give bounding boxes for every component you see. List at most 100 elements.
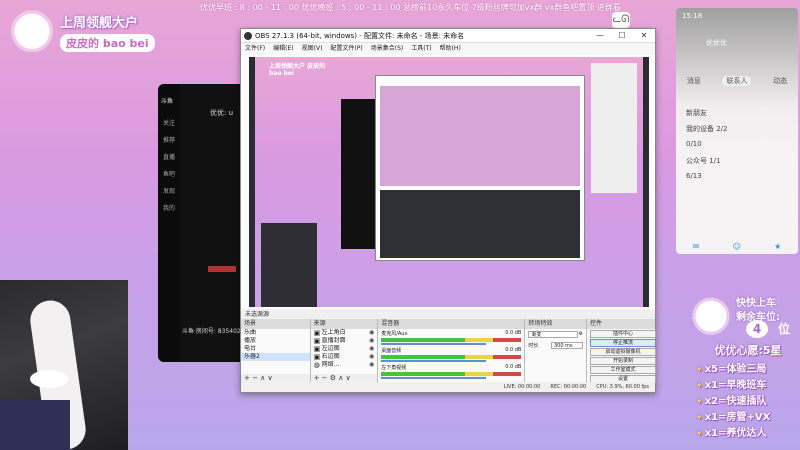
rail-item-discover[interactable]: 发现	[158, 186, 180, 195]
room-id: 斗鱼·房间号: 835402	[182, 328, 241, 335]
scene-item[interactable]: 乐曲	[241, 329, 310, 337]
source-item[interactable]: ◍ 网络... ◉	[311, 361, 378, 369]
audio-track[interactable]: 麦克风/Aux 0.0 dB	[378, 329, 524, 346]
list-item[interactable]: 公众号 1/1	[686, 156, 728, 172]
source-status-label: 未选源源	[241, 309, 655, 319]
obs-logo-icon	[244, 32, 252, 40]
rail-item-live[interactable]: 直播	[158, 152, 180, 161]
volume-fader[interactable]	[381, 377, 487, 379]
duration-field[interactable]: 300 ms	[550, 342, 583, 349]
contact-list: 新朋友 我的设备 2/2 0/10 公众号 1/1 6/13	[686, 108, 728, 188]
mixer-header: 混音器	[378, 319, 525, 329]
volume-fader[interactable]	[381, 343, 487, 345]
phone-bottom-bar: ✉ ☺ ★	[676, 238, 798, 254]
menu-bar: 文件(F) 编辑(E) 视图(V) 配置文件(P) 场景集合(S) 工具(T) …	[241, 43, 655, 55]
scene-item[interactable]: 电台	[241, 345, 310, 353]
studio-mode-button[interactable]: 工作室模式	[589, 366, 656, 374]
ticker-text: 优优早班 : 8 : 00 - 11 : 00 优优晚班 : 5 : 00 - …	[200, 3, 620, 12]
seat-line-1: 快快上车	[736, 298, 776, 309]
audio-track[interactable]: 左下角视频 0.0 dB	[378, 363, 524, 380]
source-item[interactable]: ▣ 左上角白 ◉	[311, 329, 378, 337]
virtual-camera-button[interactable]: 启动虚拟摄像机	[589, 348, 656, 356]
track-name: 桌面音频	[381, 348, 402, 354]
menu-help[interactable]: 帮助(H)	[440, 43, 461, 55]
wish-list: 优优心愿:5星 x5=体验三局 x1=早晚班车 x2=快速插队 x1=房管+VX…	[696, 342, 800, 446]
wish-title: 优优心愿:5星	[714, 344, 782, 357]
volume-meter	[381, 355, 522, 359]
cpu-usage: CPU: 3.9%, 60.00 fps	[596, 384, 649, 390]
scenes-dock: 场景 乐曲 播放 电台 乐器2 + − ∧ ∨	[241, 319, 311, 383]
tab-moments[interactable]: 动态	[773, 76, 787, 86]
track-db: 0.0 dB	[505, 330, 522, 336]
contacts-icon[interactable]: ☺	[733, 242, 741, 251]
transition-select[interactable]: 渐变	[528, 331, 579, 338]
list-item[interactable]: 6/13	[686, 172, 728, 188]
sources-header: 来源	[310, 319, 378, 329]
preview-phone-right	[591, 63, 637, 193]
scenes-header: 场景	[241, 319, 310, 329]
volume-meter	[381, 372, 522, 376]
eye-icon[interactable]: ◉	[369, 353, 374, 361]
source-item[interactable]: ▣ 右边图 ◉	[311, 353, 378, 361]
eye-icon[interactable]: ◉	[369, 329, 374, 337]
start-recording-button[interactable]: 开始录制	[589, 357, 656, 365]
tab-contacts[interactable]: 联系人	[722, 76, 752, 86]
preview-phone-left	[341, 99, 375, 249]
wish-item: x2=快速插队	[696, 392, 800, 408]
source-item[interactable]: ▣ 直播封面 ◉	[311, 337, 378, 345]
gear-icon[interactable]: ⚙	[579, 331, 583, 338]
brand-line-1: 上周领舰大户	[60, 16, 139, 31]
image-source-icon: ▣	[313, 329, 321, 337]
image-source-icon: ▣	[313, 345, 321, 353]
seat-count: 4	[746, 320, 768, 338]
eye-icon[interactable]: ◉	[369, 345, 374, 353]
list-item[interactable]: 新朋友	[686, 108, 728, 124]
list-item[interactable]: 我的设备 2/2	[686, 124, 728, 140]
eye-icon[interactable]: ◉	[369, 337, 374, 345]
image-source-icon: ▣	[313, 337, 321, 345]
obs-preview[interactable]: 上周领舰大户 皮皮的 bao bei	[249, 57, 649, 307]
image-source-icon: ▣	[313, 353, 321, 361]
rail-item-follow[interactable]: 关注	[158, 118, 180, 127]
chat-icon[interactable]: ✉	[693, 242, 700, 251]
rail-item-recommend[interactable]: 推荐	[158, 135, 180, 144]
menu-edit[interactable]: 编辑(E)	[273, 43, 293, 55]
preview-canvas: 上周领舰大户 皮皮的 bao bei	[255, 57, 643, 307]
maximize-button[interactable]: ☐	[611, 29, 633, 43]
stop-streaming-button[interactable]: 停止推流	[589, 339, 656, 347]
menu-file[interactable]: 文件(F)	[245, 43, 265, 55]
eye-icon[interactable]: ◉	[369, 361, 374, 369]
scene-item-selected[interactable]: 乐器2	[241, 353, 310, 361]
source-item[interactable]: ▣ 左边图 ◉	[311, 345, 378, 353]
list-item[interactable]: 0/10	[686, 140, 728, 156]
scene-item[interactable]: 播放	[241, 337, 310, 345]
volume-fader[interactable]	[381, 360, 487, 362]
preview-webcam	[261, 223, 317, 307]
seat-counter: 快快上车 剩余车位: 4 位	[692, 292, 800, 340]
transitions-header: 转场特效	[525, 319, 586, 329]
audio-track[interactable]: 桌面音频 0.0 dB	[378, 346, 524, 363]
menu-profile[interactable]: 配置文件(P)	[330, 43, 362, 55]
minimize-button[interactable]: —	[589, 29, 611, 43]
close-button[interactable]: ✕	[633, 29, 655, 43]
track-name: 麦克风/Aux	[381, 331, 408, 337]
nested-docks	[380, 190, 580, 258]
controls-dock: 控件 插件中心 停止推流 启动虚拟摄像机 开始录制 工作室模式 设置	[586, 319, 656, 383]
phone-status-time: 15:18	[682, 12, 703, 20]
star-icon[interactable]: ★	[774, 242, 781, 251]
rail-item-me[interactable]: 我的	[158, 203, 180, 212]
transitions-dock: 转场特效 渐变 ⚙ 时长 300 ms	[525, 319, 587, 383]
app-side-rail: 斗鱼 关注 推荐 直播 鱼吧 发现 我的	[158, 84, 180, 362]
live-timer: LIVE: 00:00:00	[503, 384, 541, 390]
plugin-center-button[interactable]: 插件中心	[589, 330, 656, 338]
menu-tools[interactable]: 工具(T)	[411, 43, 431, 55]
bunny-mascot-icon	[692, 292, 730, 336]
menu-view[interactable]: 视图(V)	[302, 43, 323, 55]
tab-messages[interactable]: 消息	[687, 76, 701, 86]
obs-titlebar[interactable]: OBS 27.1.3 (64-bit, windows) - 配置文件: 未命名…	[241, 29, 655, 43]
mixer-dock: 混音器 麦克风/Aux 0.0 dB 桌面音频 0.0 dB 左下角视频 0.0 dB	[378, 319, 526, 383]
rail-item-yuba[interactable]: 鱼吧	[158, 169, 180, 178]
profile-name: 优优优	[706, 39, 727, 47]
menu-scene-collection[interactable]: 场景集合(S)	[371, 43, 404, 55]
preview-wish-panel	[593, 207, 639, 297]
